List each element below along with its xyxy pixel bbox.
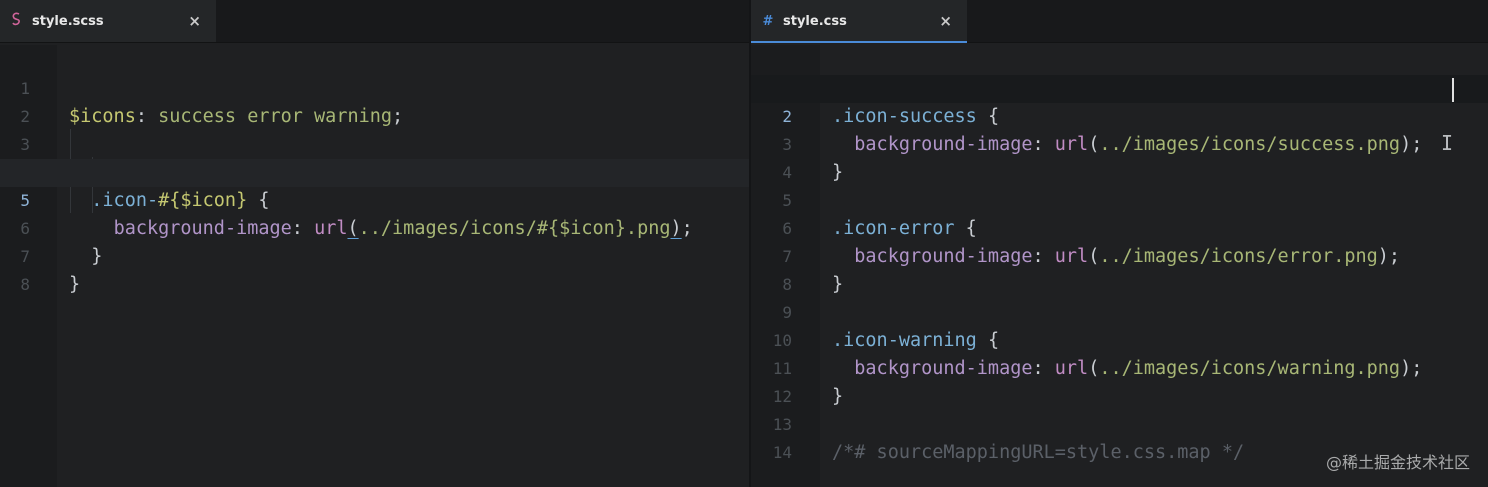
code-area[interactable]: 1 .icon-success { 2 background-image: ur… <box>751 45 1488 487</box>
code-line: 9 .icon-warning { <box>751 271 1488 351</box>
code-line: 14 <box>751 411 1488 462</box>
code-text: } <box>69 274 81 295</box>
tab-style-css[interactable]: # style.css × <box>751 0 967 43</box>
code-line: 7 } <box>0 215 749 295</box>
code-line: 6 background-image: url(../images/icons/… <box>751 187 1488 267</box>
code-line: 7 } <box>751 215 1488 295</box>
code-line: 1 $icons: success error warning; <box>0 47 749 127</box>
tab-title: style.scss <box>32 13 104 29</box>
code-line-current: 5 background-image: url(../images/icons/… <box>0 159 749 239</box>
code-line: 1 .icon-success { <box>751 47 1488 127</box>
code-line: 10 background-image: url(../images/icons… <box>751 299 1488 379</box>
code-line: 5 .icon-error { <box>751 159 1488 239</box>
close-tab-icon[interactable]: × <box>939 12 952 30</box>
line-number: 14 <box>772 443 792 462</box>
tab-style-scss[interactable]: style.scss × <box>0 0 216 42</box>
code-text: /*# sourceMappingURL=style.css.map */ <box>832 442 1245 463</box>
line-number: 8 <box>20 275 30 294</box>
code-line: 3 @each $icon in $icons { <box>0 103 749 183</box>
code-line-current: 2 background-image: url(../images/icons/… <box>751 75 1488 155</box>
code-line: 4 <box>751 131 1488 182</box>
tab-title: style.css <box>783 13 847 29</box>
code-line: 6 } <box>0 187 749 267</box>
code-line: 4 .icon-#{$icon} { <box>0 131 749 211</box>
close-tab-icon[interactable]: × <box>188 12 201 30</box>
code-line: 11 } <box>751 327 1488 407</box>
code-line: 13 /*# sourceMappingURL=style.css.map */ <box>751 383 1488 463</box>
editor-pane-right: # style.css × 1 .icon-success { 2 backgr… <box>751 0 1488 487</box>
code-line: 3 } <box>751 103 1488 183</box>
tab-bar-right: # style.css × <box>751 0 1488 43</box>
code-area[interactable]: 1 $icons: success error warning; 2 3 @ea… <box>0 45 749 487</box>
text-caret <box>1452 78 1454 102</box>
ibeam-cursor-icon: I <box>1441 131 1454 155</box>
watermark: @稀土掘金技术社区 <box>1325 453 1470 472</box>
css-file-icon: # <box>762 13 774 29</box>
code-line: 8 <box>0 243 749 294</box>
code-line: 8 <box>751 243 1488 294</box>
code-line: 12 <box>751 355 1488 406</box>
tab-bar-left: style.scss × <box>0 0 749 43</box>
code-line: 2 <box>0 75 749 126</box>
editor-pane-left: style.scss × 1 $icons: success error war… <box>0 0 749 487</box>
sass-file-icon <box>10 12 24 30</box>
